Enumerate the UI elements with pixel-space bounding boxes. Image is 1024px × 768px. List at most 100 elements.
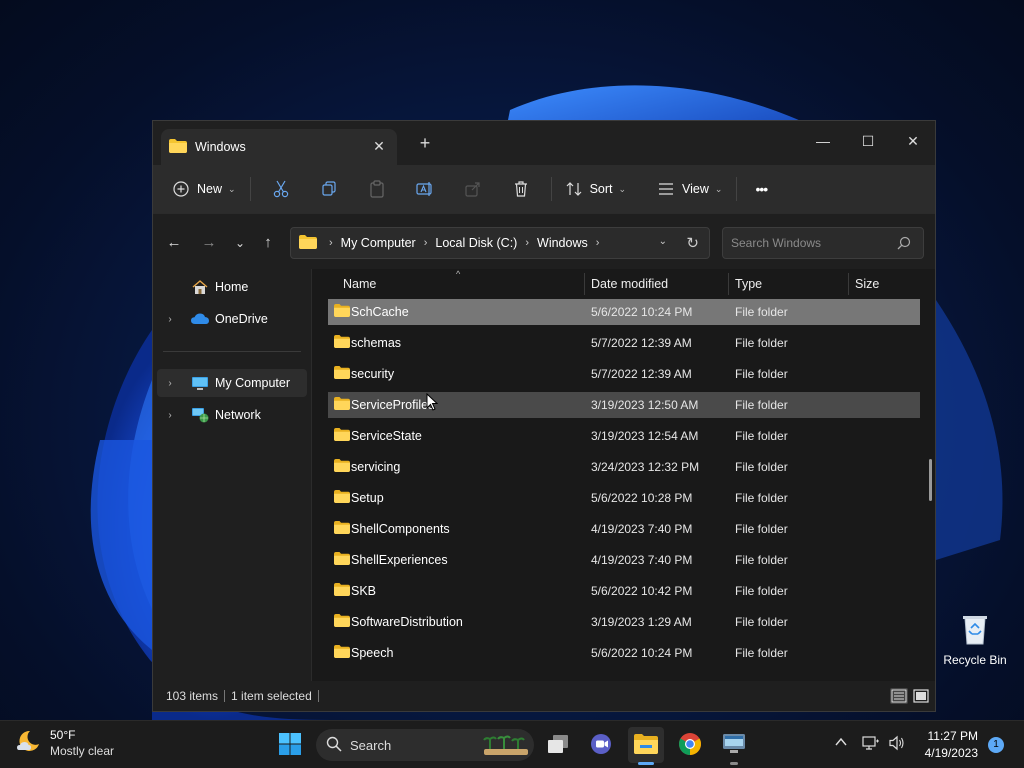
- column-divider[interactable]: [848, 273, 849, 295]
- chevron-right-icon[interactable]: ›: [163, 410, 177, 421]
- start-button[interactable]: [272, 727, 308, 763]
- details-view-button[interactable]: [890, 688, 908, 704]
- address-bar[interactable]: › My Computer › Local Disk (C:) › Window…: [290, 227, 710, 259]
- tab-close-button[interactable]: ✕: [371, 138, 387, 155]
- paste-button[interactable]: [353, 173, 401, 205]
- file-date: 3/19/2023 1:29 AM: [591, 615, 692, 629]
- folder-icon: [334, 552, 350, 568]
- search-box[interactable]: [722, 227, 924, 259]
- file-date: 5/7/2022 12:39 AM: [591, 367, 692, 381]
- teams-chat-button[interactable]: [584, 727, 620, 763]
- desktop-icon-recycle-bin[interactable]: Recycle Bin: [942, 614, 1008, 667]
- table-row[interactable]: Speech 5/6/2022 10:24 PM File folder: [328, 640, 920, 666]
- table-row[interactable]: ServiceState 3/19/2023 12:54 AM File fol…: [328, 423, 920, 449]
- close-button[interactable]: ✕: [893, 127, 933, 155]
- sidebar-item-onedrive[interactable]: › OneDrive: [157, 305, 307, 333]
- taskbar-search[interactable]: Search: [316, 729, 534, 761]
- file-date: 3/19/2023 12:54 AM: [591, 429, 699, 443]
- show-hidden-icons-button[interactable]: [834, 735, 848, 752]
- volume-icon[interactable]: [888, 735, 906, 754]
- new-label: New: [197, 182, 223, 196]
- file-name: ShellComponents: [351, 522, 450, 536]
- file-explorer-taskbar-button[interactable]: [628, 727, 664, 765]
- file-name: SKB: [351, 584, 377, 598]
- file-date: 4/19/2023 7:40 PM: [591, 553, 693, 567]
- delete-button[interactable]: [497, 173, 545, 205]
- sort-icon: [566, 181, 582, 197]
- sidebar-item-home[interactable]: Home: [157, 273, 307, 301]
- weather-widget[interactable]: 50°F Mostly clear: [16, 728, 114, 758]
- file-type: File folder: [735, 367, 788, 381]
- folder-icon: [169, 138, 187, 156]
- table-row[interactable]: ShellExperiences 4/19/2023 7:40 PM File …: [328, 547, 920, 573]
- chevron-down-icon: ⌄: [618, 183, 627, 194]
- file-type: File folder: [735, 429, 788, 443]
- refresh-icon[interactable]: ↻: [686, 234, 699, 252]
- table-row[interactable]: schemas 5/7/2022 12:39 AM File folder: [328, 330, 920, 356]
- file-date: 5/6/2022 10:24 PM: [591, 305, 693, 319]
- column-divider[interactable]: [728, 273, 729, 295]
- table-row[interactable]: ServiceProfiles 3/19/2023 12:50 AM File …: [328, 392, 920, 418]
- new-button[interactable]: New ⌄: [165, 173, 244, 205]
- column-name[interactable]: Name: [343, 277, 376, 291]
- share-button[interactable]: [449, 173, 497, 205]
- task-view-button[interactable]: [540, 727, 576, 763]
- table-row[interactable]: SoftwareDistribution 3/19/2023 1:29 AM F…: [328, 609, 920, 635]
- recent-locations-button[interactable]: ⌄: [229, 234, 251, 252]
- notification-badge[interactable]: 1: [988, 737, 1004, 753]
- column-type[interactable]: Type: [735, 277, 762, 291]
- rename-button[interactable]: [401, 173, 449, 205]
- back-button[interactable]: ←: [163, 234, 185, 252]
- forward-button[interactable]: →: [198, 234, 220, 252]
- maximize-button[interactable]: ☐: [848, 127, 888, 155]
- minimize-button[interactable]: —: [803, 127, 843, 155]
- chevron-up-icon: [834, 737, 848, 752]
- sidebar-item-network[interactable]: › Network: [157, 401, 307, 429]
- view-button[interactable]: View ⌄: [650, 173, 730, 205]
- breadcrumb-my-computer[interactable]: My Computer: [341, 236, 416, 250]
- sort-button[interactable]: Sort ⌄: [558, 173, 634, 205]
- navigation-bar: ← → ⌄ ↑ › My Computer › Local Disk (C:) …: [153, 213, 935, 269]
- breadcrumb-local-disk[interactable]: Local Disk (C:): [435, 236, 517, 250]
- table-row[interactable]: servicing 3/24/2023 12:32 PM File folder: [328, 454, 920, 480]
- remote-desktop-icon: [721, 733, 747, 758]
- address-history-dropdown[interactable]: ⌄: [659, 236, 667, 247]
- tab-windows[interactable]: Windows ✕: [161, 129, 397, 165]
- up-button[interactable]: ↑: [257, 234, 279, 252]
- chevron-right-icon: ›: [595, 237, 600, 249]
- cut-button[interactable]: [257, 173, 305, 205]
- file-date: 4/19/2023 7:40 PM: [591, 522, 693, 536]
- tiles-view-button[interactable]: [912, 688, 930, 704]
- sidebar-item-my-computer[interactable]: › My Computer: [157, 369, 307, 397]
- table-row[interactable]: Setup 5/6/2022 10:28 PM File folder: [328, 485, 920, 511]
- table-row[interactable]: SchCache 5/6/2022 10:24 PM File folder: [328, 299, 920, 325]
- column-date-modified[interactable]: Date modified: [591, 277, 668, 291]
- system-clock[interactable]: 11:27 PM 4/19/2023: [918, 729, 978, 760]
- file-type: File folder: [735, 584, 788, 598]
- vertical-scrollbar-thumb[interactable]: [929, 459, 932, 501]
- chrome-button[interactable]: [672, 727, 708, 763]
- file-type: File folder: [735, 615, 788, 629]
- column-divider[interactable]: [584, 273, 585, 295]
- table-row[interactable]: SKB 5/6/2022 10:42 PM File folder: [328, 578, 920, 604]
- chevron-right-icon[interactable]: ›: [163, 378, 177, 389]
- copy-button[interactable]: [305, 173, 353, 205]
- taskbar-search-label: Search: [350, 737, 392, 753]
- table-row[interactable]: security 5/7/2022 12:39 AM File folder: [328, 361, 920, 387]
- sidebar-item-label: OneDrive: [215, 312, 268, 326]
- file-type: File folder: [735, 522, 788, 536]
- column-size[interactable]: Size: [855, 277, 879, 291]
- new-tab-button[interactable]: +: [417, 134, 433, 152]
- sidebar-divider: [163, 351, 301, 352]
- remote-desktop-button[interactable]: [716, 727, 752, 765]
- plus-circle-icon: [173, 181, 189, 197]
- table-row[interactable]: ShellComponents 4/19/2023 7:40 PM File f…: [328, 516, 920, 542]
- folder-icon: [334, 397, 350, 413]
- network-tray-icon[interactable]: [862, 735, 880, 754]
- see-more-button[interactable]: •••: [743, 173, 779, 205]
- search-input[interactable]: [731, 236, 891, 250]
- file-name: schemas: [351, 336, 402, 350]
- chevron-right-icon[interactable]: ›: [163, 314, 177, 325]
- navigation-pane: Home › OneDrive › My Computer › Network: [153, 269, 311, 681]
- breadcrumb-windows[interactable]: Windows: [537, 236, 588, 250]
